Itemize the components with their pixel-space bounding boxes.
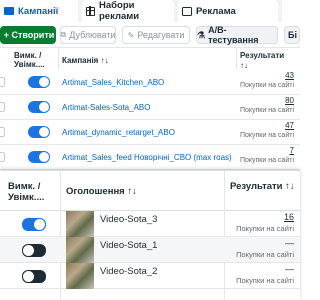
ad-thumbnail xyxy=(66,263,94,289)
ad-name[interactable]: Video-Sota_2 xyxy=(100,266,157,277)
ab-test-button[interactable]: ⚗ A/B-тестування xyxy=(196,25,278,45)
campaign-toggle[interactable] xyxy=(28,76,50,88)
tab-ads[interactable]: Реклама xyxy=(178,0,278,22)
result-value[interactable]: — xyxy=(285,238,294,248)
campaign-name-link[interactable]: Artimat_Sales_feed Новорічні_CBO (max ro… xyxy=(62,153,232,162)
table-row[interactable]: Artimat_dynamic_retarget_ABO 47 Покупки … xyxy=(0,120,300,145)
result-type: Покупки на сайті xyxy=(236,276,294,285)
table-row[interactable]: Video-Sota_2 — Покупки на сайті xyxy=(0,263,300,289)
campaign-name-link[interactable]: Artimat-Sales-Sota_ABO xyxy=(62,103,150,112)
campaign-toggle[interactable] xyxy=(28,126,50,138)
ad-name[interactable]: Video-Sota_3 xyxy=(100,214,157,225)
ad-toggle[interactable] xyxy=(22,218,46,231)
grid-icon xyxy=(85,6,95,16)
flask-icon: ⚗ xyxy=(197,29,206,40)
tab-campaigns[interactable]: Кампанії xyxy=(0,0,78,22)
tab-campaigns-label: Кампанії xyxy=(18,5,59,17)
tab-ad-sets-label: Набори реклами xyxy=(99,0,140,22)
result-type: Покупки на сайті xyxy=(236,224,294,233)
create-button[interactable]: + Створити xyxy=(0,26,56,44)
create-button-label: + Створити xyxy=(3,30,55,40)
edit-button-label: Редагувати xyxy=(137,30,185,40)
result-value[interactable]: 16 xyxy=(284,212,294,222)
result-type: Покупки на сайті xyxy=(239,132,294,139)
table-row[interactable]: Video-Sota_3 16 Покупки на сайті xyxy=(0,211,300,237)
ad-thumbnail xyxy=(66,237,94,263)
ad-toggle[interactable] xyxy=(22,244,46,257)
tab-overflow[interactable] xyxy=(282,0,300,22)
result-type: Покупки на сайті xyxy=(236,250,294,259)
toggle-column-header[interactable]: Вимк. / Увімк.... xyxy=(8,181,58,203)
result-value[interactable]: 80 xyxy=(285,96,294,105)
row-checkbox[interactable] xyxy=(0,152,5,162)
result-type: Покупки на сайті xyxy=(239,82,294,89)
level-tabs: Кампанії Набори реклами Реклама xyxy=(0,0,300,22)
campaign-toggle[interactable] xyxy=(28,151,50,163)
duplicate-button-label: Дублювати xyxy=(69,30,116,40)
row-checkbox[interactable] xyxy=(0,127,5,137)
ad-toggle[interactable] xyxy=(22,270,46,283)
ad-thumbnail xyxy=(66,211,94,237)
tab-ad-sets[interactable]: Набори реклами xyxy=(82,0,174,22)
ab-test-button-label: A/B-тестування xyxy=(208,25,259,45)
more-button[interactable]: Бі xyxy=(284,26,300,44)
results-column-header[interactable]: Результати ↑↓ xyxy=(240,51,294,71)
more-button-label: Бі xyxy=(288,30,297,40)
result-type: Покупки на сайті xyxy=(239,107,294,114)
campaign-toggle[interactable] xyxy=(28,101,50,113)
results-column-header[interactable]: Результати ↑↓ xyxy=(230,181,296,193)
toggle-column-header[interactable]: Вимк. / Увімк.... xyxy=(14,51,58,69)
campaign-column-header[interactable]: Кампанія ↑↓ xyxy=(62,56,109,65)
ads-table-header: Вимк. / Увімк.... Оголошення ↑↓ Результа… xyxy=(0,171,300,211)
row-checkbox[interactable] xyxy=(0,102,5,112)
folder-icon xyxy=(4,7,14,15)
toolbar: + Створити ⧉ Дублювати ✎ Редагувати ⚗ A/… xyxy=(0,22,300,48)
table-row[interactable]: Artimat_Sales_feed Новорічні_CBO (max ro… xyxy=(0,145,300,170)
pencil-icon: ✎ xyxy=(127,30,135,40)
row-checkbox[interactable] xyxy=(0,77,5,87)
tab-ads-label: Реклама xyxy=(196,5,236,17)
table-row[interactable]: Artimat_Sales_Kitchen_ABO 43 Покупки на … xyxy=(0,70,300,95)
result-value[interactable]: 7 xyxy=(290,146,294,155)
result-type: Покупки на сайті xyxy=(239,157,294,164)
table-row[interactable]: Video-Sota_1 — Покупки на сайті xyxy=(0,237,300,263)
table-row[interactable]: Artimat-Sales-Sota_ABO 80 Покупки на сай… xyxy=(0,95,300,120)
ad-column-header[interactable]: Оголошення ↑↓ xyxy=(66,186,137,197)
ad-card-icon xyxy=(182,6,192,16)
ad-name[interactable]: Video-Sota_1 xyxy=(100,240,157,251)
edit-button[interactable]: ✎ Редагувати xyxy=(122,26,190,44)
ads-panel: Вимк. / Увімк.... Оголошення ↑↓ Результа… xyxy=(0,170,300,300)
campaign-name-link[interactable]: Artimat_Sales_Kitchen_ABO xyxy=(62,78,164,87)
campaign-name-link[interactable]: Artimat_dynamic_retarget_ABO xyxy=(62,128,175,137)
duplicate-button[interactable]: ⧉ Дублювати xyxy=(60,26,116,44)
result-value[interactable]: — xyxy=(285,264,294,274)
result-value[interactable]: 43 xyxy=(285,71,294,80)
duplicate-icon: ⧉ xyxy=(60,30,67,39)
result-value[interactable]: 47 xyxy=(285,121,294,130)
